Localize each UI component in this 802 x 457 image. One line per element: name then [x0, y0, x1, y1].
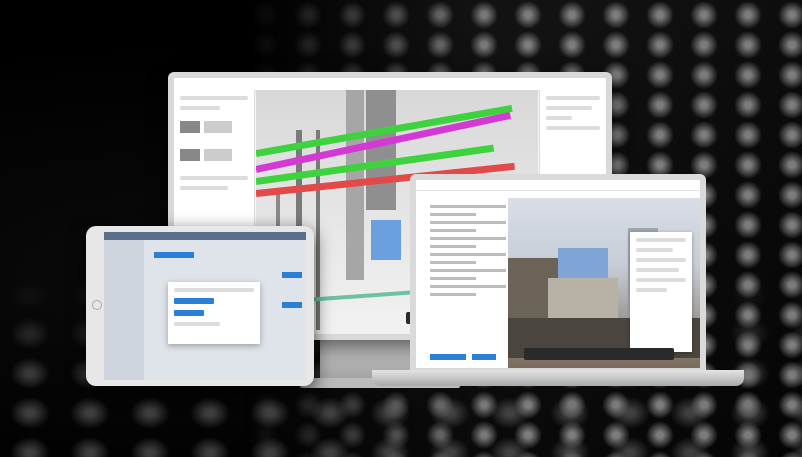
- laptop-base: [372, 370, 744, 386]
- tablet-home-button: [92, 300, 102, 310]
- hero-image: [0, 0, 802, 457]
- laptop-screen: [416, 180, 700, 368]
- tablet-device: [86, 226, 314, 386]
- laptop-issue-list: [430, 200, 506, 348]
- laptop-device: [410, 174, 706, 370]
- laptop-properties-panel: [630, 232, 692, 352]
- tablet-screen: [104, 232, 306, 380]
- tablet-dialog: [168, 282, 260, 344]
- laptop-viewer-toolbar[interactable]: [524, 348, 674, 360]
